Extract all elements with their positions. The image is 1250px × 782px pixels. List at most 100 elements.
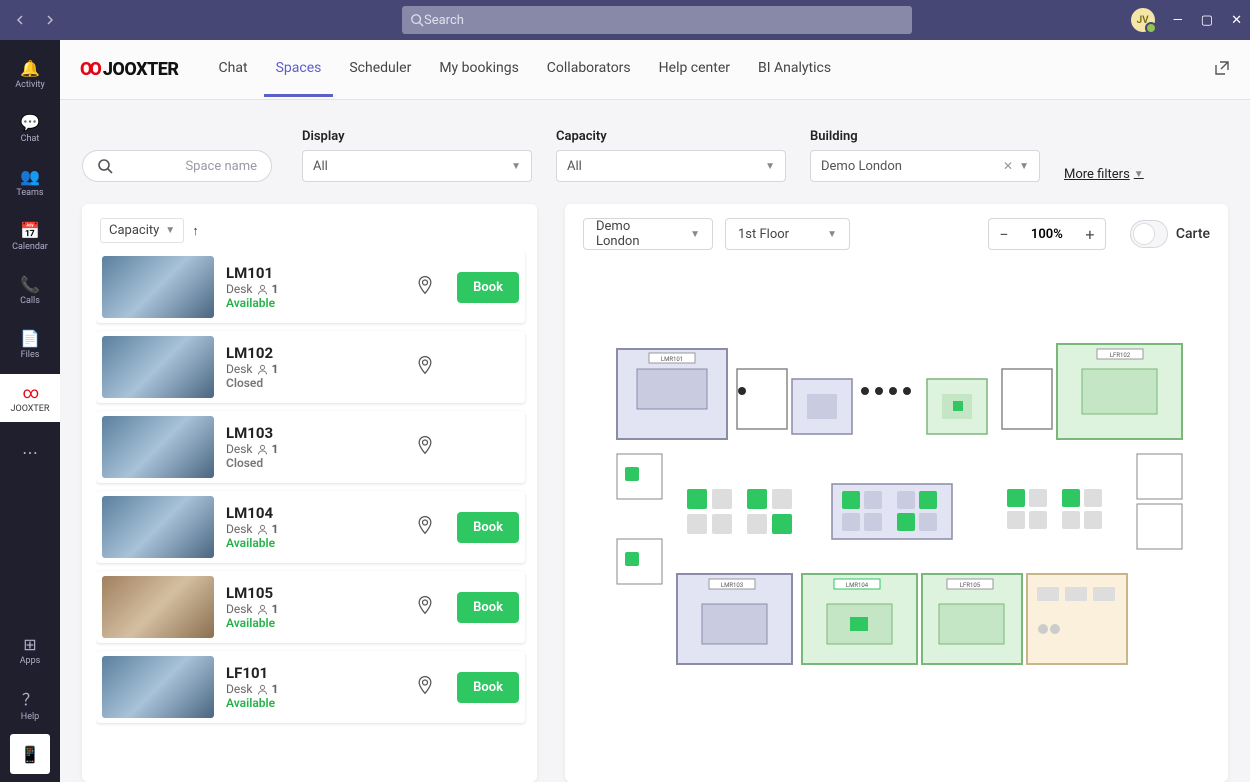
rail-label: Files (21, 350, 40, 360)
display-filter-select[interactable]: All▼ (302, 150, 532, 182)
room-card[interactable]: LF101 Desk 1 Available Book (96, 651, 525, 723)
room-name: LM103 (226, 424, 376, 442)
zoom-out-button[interactable]: − (989, 225, 1019, 244)
tab-scheduler[interactable]: Scheduler (337, 42, 423, 97)
select-value: Demo London (821, 159, 902, 174)
rail-help[interactable]: ？Help (0, 680, 60, 728)
location-pin-icon[interactable] (415, 353, 437, 381)
room-name: LM104 (226, 504, 376, 522)
location-pin-icon[interactable] (415, 273, 437, 301)
clear-icon[interactable]: ✕ (1003, 159, 1013, 173)
room-thumbnail (102, 656, 214, 718)
tab-chat[interactable]: Chat (207, 42, 260, 97)
building-filter-select[interactable]: Demo London✕▼ (810, 150, 1040, 182)
search-placeholder: Search (424, 13, 464, 28)
svg-text:LFR102: LFR102 (1109, 352, 1130, 359)
nav-forward-button[interactable] (38, 8, 62, 32)
spaces-list-panel: Capacity▼ ↑ LM101 Desk 1 Available Book … (82, 204, 537, 782)
jooxter-logo: OOJOOXTER (80, 59, 179, 80)
room-status: Available (226, 536, 376, 550)
room-card[interactable]: LM104 Desk 1 Available Book (96, 491, 525, 563)
device-icon: 📱 (20, 745, 40, 764)
window-maximize-button[interactable]: ▢ (1201, 13, 1213, 28)
chevron-down-icon: ▼ (690, 229, 700, 240)
sort-direction-button[interactable]: ↑ (192, 223, 199, 239)
filters-row: Space name Display All▼ Capacity All▼ Bu… (82, 118, 1228, 204)
book-button[interactable]: Book (457, 672, 519, 703)
window-close-button[interactable]: ✕ (1231, 13, 1242, 28)
rail-teams[interactable]: 👥Teams (0, 158, 60, 206)
rail-calls[interactable]: 📞Calls (0, 266, 60, 314)
select-value: All (313, 159, 328, 174)
teams-siderail: 🔔Activity 💬Chat 👥Teams 📅Calendar 📞Calls … (0, 40, 60, 782)
tab-help-center[interactable]: Help center (647, 42, 742, 97)
rail-label: Activity (15, 80, 44, 90)
svg-text:LMR104: LMR104 (845, 582, 868, 589)
global-search-input[interactable]: Search (402, 6, 912, 34)
map-toggle[interactable] (1130, 220, 1168, 248)
room-card[interactable]: LM103 Desk 1 Closed Book (96, 411, 525, 483)
popout-button[interactable] (1214, 60, 1230, 80)
room-meta: Desk 1 (226, 602, 376, 616)
tab-bi-analytics[interactable]: BI Analytics (746, 42, 843, 97)
room-card[interactable]: LM105 Desk 1 Available Book (96, 571, 525, 643)
room-card[interactable]: LM101 Desk 1 Available Book (96, 251, 525, 323)
floorplan-canvas[interactable]: LMR101 LFR102 (583, 250, 1210, 768)
room-card[interactable]: LM102 Desk 1 Closed Book (96, 331, 525, 403)
user-avatar[interactable]: JV (1131, 8, 1155, 32)
location-pin-icon[interactable] (415, 513, 437, 541)
jooxter-icon: ∞ (23, 383, 37, 402)
apps-icon: ⊞ (23, 635, 36, 654)
zoom-value: 100% (1019, 227, 1075, 242)
location-pin-icon[interactable] (415, 673, 437, 701)
tab-my-bookings[interactable]: My bookings (427, 42, 530, 97)
room-status: Available (226, 616, 376, 630)
rail-device-button[interactable]: 📱 (10, 734, 50, 774)
zoom-in-button[interactable]: + (1075, 225, 1105, 244)
map-floor-select[interactable]: 1st Floor ▼ (725, 218, 850, 250)
phone-icon: 📞 (20, 275, 40, 294)
space-name-search[interactable]: Space name (82, 150, 272, 182)
sort-label: Capacity (109, 223, 159, 238)
room-status: Closed (226, 456, 376, 470)
window-minimize-button[interactable]: — (1173, 13, 1183, 28)
rail-chat[interactable]: 💬 Chat (0, 104, 60, 152)
room-name: LF101 (226, 664, 376, 682)
sort-select[interactable]: Capacity▼ (100, 218, 184, 243)
book-button[interactable]: Book (457, 272, 519, 303)
room-thumbnail (102, 496, 214, 558)
more-filters-button[interactable]: More filters▼ (1064, 167, 1144, 182)
capacity-filter-label: Capacity (556, 129, 786, 144)
rail-label: Chat (21, 134, 40, 144)
room-status: Closed (226, 376, 376, 390)
map-building-select[interactable]: Demo London▼ (583, 218, 713, 250)
zoom-control: − 100% + (988, 218, 1106, 250)
chevron-down-icon: ▼ (827, 229, 837, 240)
chat-icon: 💬 (20, 113, 40, 132)
rail-more[interactable]: ⋯ (0, 428, 60, 476)
building-filter-label: Building (810, 129, 1040, 144)
room-name: LM105 (226, 584, 376, 602)
rail-calendar[interactable]: 📅Calendar (0, 212, 60, 260)
brand-text: JOOXTER (103, 59, 179, 80)
select-value: 1st Floor (738, 227, 789, 242)
location-pin-icon[interactable] (415, 593, 437, 621)
select-value: All (567, 159, 582, 174)
tab-collaborators[interactable]: Collaborators (535, 42, 643, 97)
location-pin-icon[interactable] (415, 433, 437, 461)
display-filter-label: Display (302, 129, 532, 144)
tab-spaces[interactable]: Spaces (264, 42, 334, 97)
room-thumbnail (102, 416, 214, 478)
rail-activity[interactable]: 🔔Activity (0, 50, 60, 98)
rail-jooxter[interactable]: ∞JOOXTER (0, 374, 60, 422)
capacity-filter-select[interactable]: All ▼ (556, 150, 786, 182)
svg-text:LMR101: LMR101 (660, 356, 682, 363)
book-button[interactable]: Book (457, 592, 519, 623)
chevron-down-icon: ▼ (765, 161, 775, 172)
svg-text:LFR105: LFR105 (959, 582, 980, 589)
rail-files[interactable]: 📄Files (0, 320, 60, 368)
nav-back-button[interactable] (8, 8, 32, 32)
room-thumbnail (102, 336, 214, 398)
book-button[interactable]: Book (457, 512, 519, 543)
rail-apps[interactable]: ⊞Apps (0, 626, 60, 674)
